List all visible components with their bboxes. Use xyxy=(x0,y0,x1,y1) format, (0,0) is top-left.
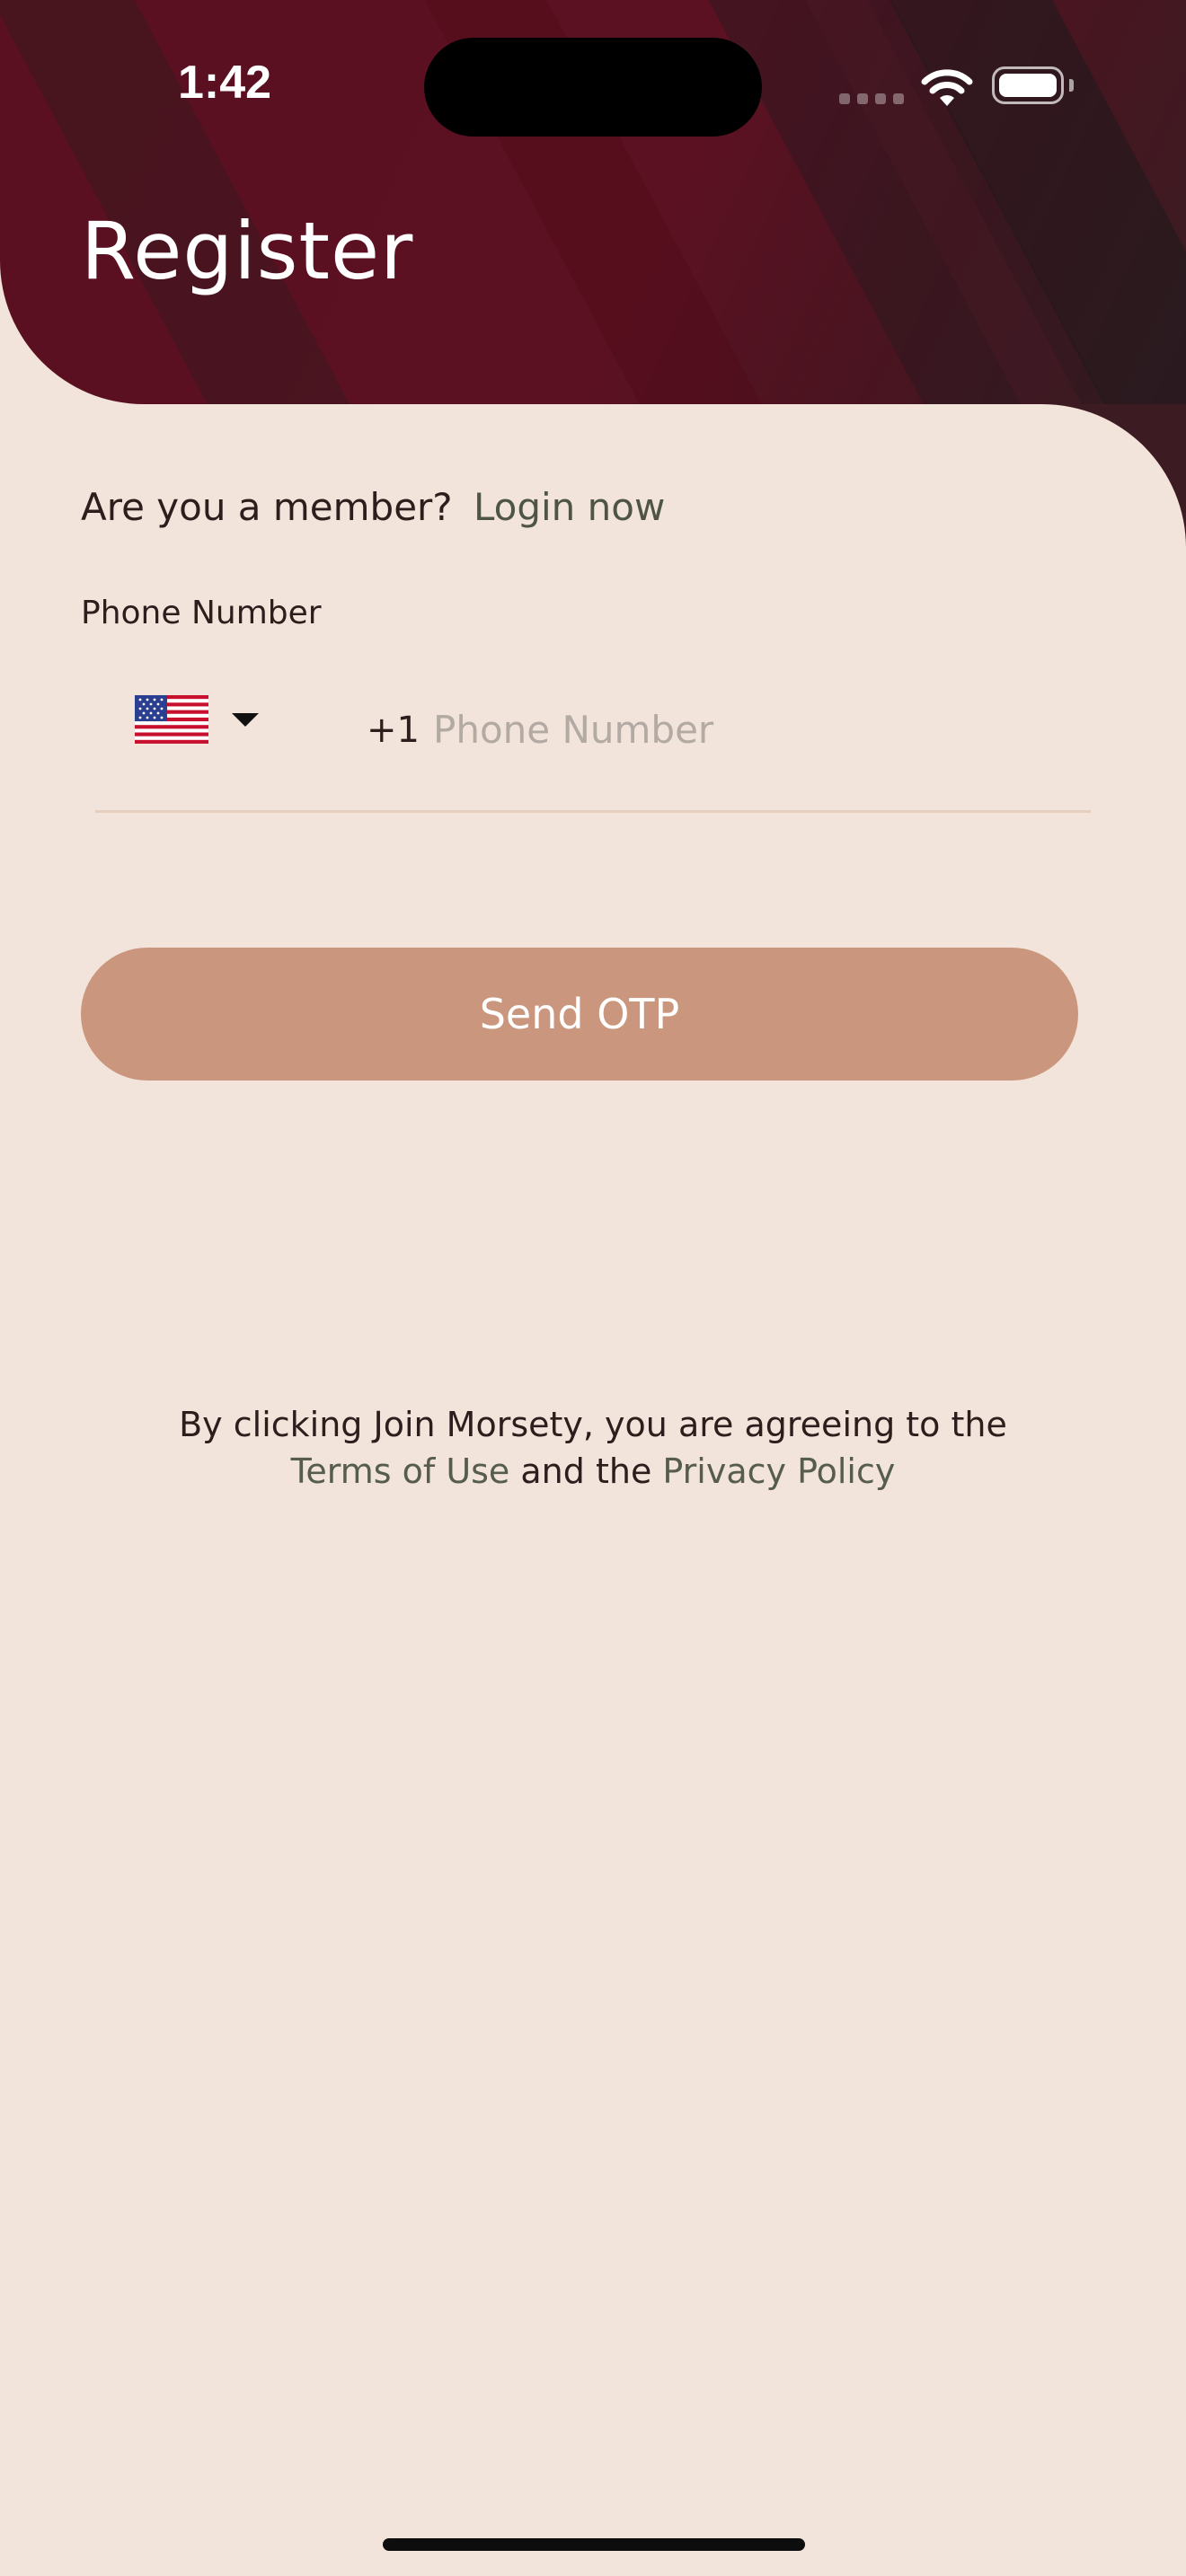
us-flag-icon xyxy=(135,695,208,744)
wifi-icon xyxy=(921,69,973,106)
content-corner xyxy=(898,404,1186,692)
battery-tip xyxy=(1069,79,1074,92)
phone-number-label: Phone Number xyxy=(81,595,322,631)
dial-code: +1 xyxy=(367,710,420,751)
member-prompt: Are you a member? Login now xyxy=(81,485,665,529)
page-title: Register xyxy=(81,205,414,297)
phone-number-input[interactable] xyxy=(431,697,1064,762)
terms-notice: By clicking Join Morsety, you are agreei… xyxy=(135,1401,1051,1495)
dynamic-island xyxy=(424,38,762,137)
terms-of-use-link[interactable]: Terms of Use xyxy=(291,1451,510,1491)
privacy-policy-link[interactable]: Privacy Policy xyxy=(662,1451,895,1491)
terms-middle: and the xyxy=(509,1451,663,1491)
member-question: Are you a member? xyxy=(81,485,453,529)
home-indicator[interactable] xyxy=(383,2538,805,2551)
cellular-signal-icon xyxy=(839,93,904,104)
chevron-down-icon xyxy=(232,712,259,727)
country-picker[interactable] xyxy=(135,692,259,747)
login-now-link[interactable]: Login now xyxy=(474,485,665,529)
phone-input-underline xyxy=(95,810,1091,813)
terms-prefix: By clicking Join Morsety, you are agreei… xyxy=(179,1405,1007,1444)
send-otp-button[interactable]: Send OTP xyxy=(81,948,1078,1081)
battery-icon xyxy=(992,66,1064,104)
status-time: 1:42 xyxy=(178,57,272,109)
